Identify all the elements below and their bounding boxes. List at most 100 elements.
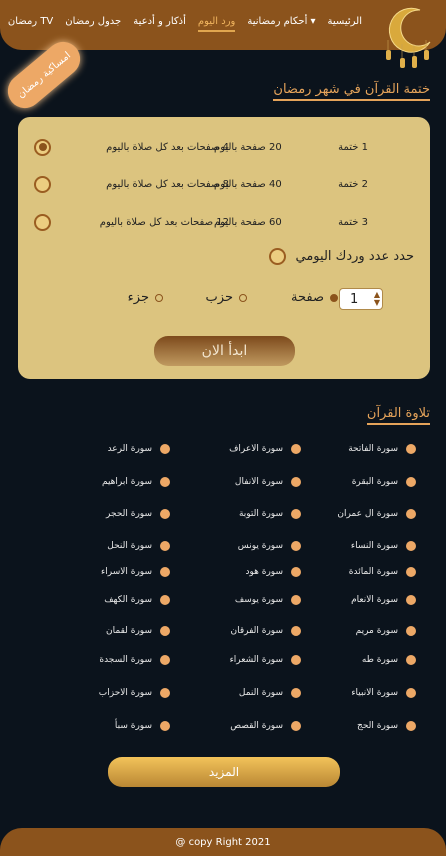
surah-link[interactable]: سورة لقمان [106, 626, 170, 636]
surah-link[interactable]: سورة سبأ [115, 721, 170, 731]
surah-link[interactable]: سورة الحجر [106, 509, 170, 519]
surah-link[interactable]: سورة الاسراء [101, 567, 170, 577]
surah-link[interactable]: سورة القصص [230, 721, 301, 731]
bullet-icon [160, 721, 170, 731]
main-nav: الرئيسية أحكام رمضانية ▾ ورد اليوم أذكار… [8, 16, 362, 32]
surah-name: سورة يوسف [234, 595, 283, 605]
bullet-icon [160, 655, 170, 665]
unit-hizb[interactable]: حزب [206, 290, 247, 305]
nav-home[interactable]: الرئيسية [328, 16, 362, 32]
surah-name: سورة الفاتحة [348, 444, 398, 454]
bullet-icon [291, 567, 301, 577]
quantity-value: 1 [350, 291, 359, 307]
surah-link[interactable]: سورة ابراهيم [102, 477, 170, 487]
surah-link[interactable]: سورة النمل [239, 688, 301, 698]
surah-link[interactable]: سورة البقرة [352, 477, 416, 487]
pages-per-prayer: 12 صفحات بعد كل صلاة باليوم [99, 216, 229, 228]
surah-link[interactable]: سورة الحج [357, 721, 416, 731]
start-button[interactable]: ابدأ الان [154, 336, 295, 366]
surah-name: سورة النساء [350, 541, 398, 551]
surah-name: سورة الفرقان [230, 626, 283, 636]
bullet-icon [406, 444, 416, 454]
custom-option[interactable]: حدد عدد وردك اليومي [268, 248, 415, 265]
unit-label: حزب [205, 290, 233, 305]
surah-link[interactable]: سورة الانعام [351, 595, 416, 605]
surah-row: سورة طه سورة الشعراء سورة السجدة [0, 655, 446, 688]
surah-link[interactable]: سورة التوبة [239, 509, 301, 519]
surah-link[interactable]: سورة الشعراء [230, 655, 301, 665]
bullet-icon [406, 567, 416, 577]
bullet-icon [160, 567, 170, 577]
surah-name: سورة مريم [355, 626, 398, 636]
surah-link[interactable]: سورة الاحزاب [99, 688, 170, 698]
surah-link[interactable]: سورة الكهف [104, 595, 170, 605]
surah-name: سورة الاحزاب [98, 688, 152, 698]
surah-link[interactable]: سورة الانبياء [351, 688, 416, 698]
surah-name: سورة هود [245, 567, 283, 577]
surah-link[interactable]: سورة مريم [356, 626, 416, 636]
surah-list: سورة الفاتحة سورة الاعراف سورة الرعد سورة ا… [0, 444, 446, 741]
surah-name: سورة التوبة [238, 509, 283, 519]
bullet-icon [160, 595, 170, 605]
surah-row: سورة الانبياء سورة النمل سورة الاحزاب [0, 688, 446, 721]
crescent-lantern-logo-icon[interactable] [380, 6, 436, 74]
surah-link[interactable]: سورة السجدة [99, 655, 170, 665]
surah-name: سورة الانعام [351, 595, 398, 605]
surah-link[interactable]: سورة الاعراف [229, 444, 301, 454]
bullet-icon [160, 477, 170, 487]
pages-per-prayer: 8 صفحات بعد كل صلاة باليوم [106, 178, 229, 190]
bullet-icon [406, 655, 416, 665]
radio-custom[interactable] [268, 248, 286, 265]
surah-link[interactable]: سورة الرعد [108, 444, 170, 454]
khatma-option-1[interactable]: 1 ختمة 20 صفحة باليوم 4 صفحات بعد كل صلا… [34, 138, 414, 156]
radio-dot-icon[interactable] [330, 293, 338, 302]
surah-name: سورة سبأ [114, 721, 152, 731]
khatma-count: 1 ختمة [338, 141, 368, 153]
bullet-icon [406, 688, 416, 698]
surah-row: سورة النساء سورة يونس سورة النحل [0, 541, 446, 567]
surah-name: سورة المائدة [348, 567, 398, 577]
radio-dot-icon[interactable] [239, 293, 247, 302]
recitation-title: تلاوة القرآن [366, 406, 430, 425]
khatma-count: 2 ختمة [338, 178, 368, 190]
surah-link[interactable]: سورة يوسف [235, 595, 301, 605]
surah-name: سورة الانبياء [351, 688, 398, 698]
bullet-icon [291, 626, 301, 636]
surah-name: سورة البقرة [351, 477, 398, 487]
spinner-arrows-icon[interactable]: ▲ ▼ [374, 291, 380, 307]
surah-link[interactable]: سورة طه [362, 655, 416, 665]
nav-ramadan-schedule[interactable]: جدول رمضان [65, 16, 121, 32]
bullet-icon [406, 477, 416, 487]
surah-link[interactable]: سورة الانفال [235, 477, 301, 487]
khatma-option-3[interactable]: 3 ختمة 60 صفحة باليوم 12 صفحات بعد كل صل… [34, 213, 414, 231]
nav-adhkar[interactable]: أذكار و أدعية [133, 16, 186, 32]
surah-link[interactable]: سورة الفرقان [230, 626, 301, 636]
radio-dot-icon[interactable] [155, 293, 163, 302]
surah-link[interactable]: سورة هود [245, 567, 301, 577]
surah-row: سورة الحج سورة القصص سورة سبأ [0, 721, 446, 741]
surah-name: سورة الرعد [107, 444, 152, 454]
nav-ramadan-tv[interactable]: رمضان TV [8, 16, 53, 32]
surah-link[interactable]: سورة يونس [238, 541, 301, 551]
khatma-title: ختمة القرآن في شهر رمضان [273, 82, 430, 101]
nav-ramadan-rulings[interactable]: أحكام رمضانية ▾ [247, 16, 315, 32]
quantity-stepper[interactable]: 1 ▲ ▼ [339, 288, 383, 310]
bullet-icon [291, 721, 301, 731]
khatma-card: 1 ختمة 20 صفحة باليوم 4 صفحات بعد كل صلا… [18, 117, 430, 379]
custom-label: حدد عدد وردك اليومي [295, 249, 415, 264]
pages-per-prayer: 4 صفحات بعد كل صلاة باليوم [106, 141, 229, 153]
unit-page[interactable]: صفحة [291, 290, 338, 305]
more-button[interactable]: المزيد [108, 757, 340, 787]
surah-row: سورة ال عمران سورة التوبة سورة الحجر [0, 509, 446, 541]
nav-daily-wird[interactable]: ورد اليوم [197, 16, 236, 32]
khatma-option-2[interactable]: 2 ختمة 40 صفحة باليوم 8 صفحات بعد كل صلا… [34, 175, 414, 193]
bullet-icon [291, 595, 301, 605]
surah-link[interactable]: سورة ال عمران [337, 509, 416, 519]
surah-link[interactable]: سورة النساء [351, 541, 416, 551]
unit-juz[interactable]: جزء [128, 290, 163, 305]
surah-link[interactable]: سورة المائدة [349, 567, 416, 577]
bullet-icon [291, 444, 301, 454]
surah-link[interactable]: سورة النحل [107, 541, 170, 551]
bullet-icon [160, 444, 170, 454]
surah-link[interactable]: سورة الفاتحة [348, 444, 416, 454]
